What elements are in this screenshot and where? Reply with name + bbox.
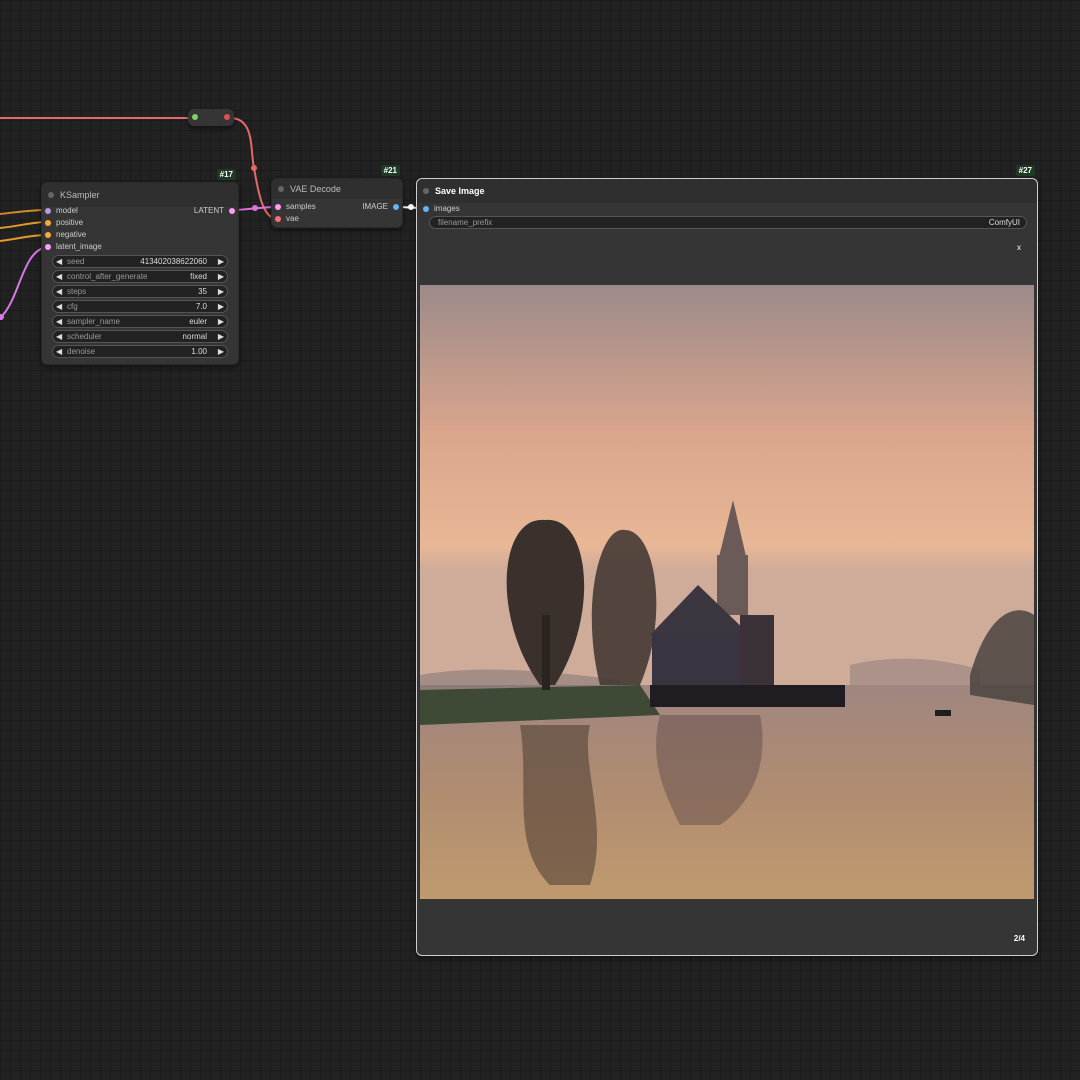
input-slot-samples[interactable]: samples (275, 201, 316, 213)
slot-label: positive (56, 218, 84, 227)
slot-label: latent_image (56, 242, 102, 251)
increment-arrow-icon[interactable]: ▶ (218, 316, 224, 327)
reroute-output-dot[interactable] (224, 114, 230, 120)
wire-positive (0, 221, 48, 229)
widget-value: 7.0 (195, 302, 207, 311)
save-image-node[interactable]: #27 Save Image images filename_prefix Co… (416, 165, 1038, 956)
slot-label: model (56, 206, 78, 215)
node-id-badge: #17 (216, 169, 236, 180)
node-title-bar[interactable]: KSampler (42, 183, 238, 207)
ksampler-node[interactable]: #17 KSampler model positive negative lat… (41, 169, 239, 365)
latent-socket-icon[interactable] (45, 243, 51, 250)
widget-label: control_after_generate (67, 272, 148, 281)
widget-value: 1.00 (191, 347, 207, 356)
widget-denoise[interactable]: ◀ denoise 1.00 ▶ (52, 345, 228, 358)
decrement-arrow-icon[interactable]: ◀ (56, 331, 62, 342)
node-title-bar[interactable]: Save Image (417, 179, 1037, 203)
image-socket-icon[interactable] (393, 203, 399, 210)
conditioning-socket-icon[interactable] (45, 231, 51, 238)
output-slot-latent[interactable]: LATENT (194, 205, 235, 217)
node-id-badge: #21 (380, 165, 400, 176)
collapse-dot-icon[interactable] (48, 192, 54, 198)
decrement-arrow-icon[interactable]: ◀ (56, 256, 62, 267)
input-slot-positive[interactable]: positive (45, 217, 83, 229)
widget-label: steps (67, 287, 87, 296)
vae-decode-node[interactable]: #21 VAE Decode samples vae IMAGE (271, 165, 403, 228)
wire-latent-image-midpoint (0, 314, 4, 320)
node-title-bar[interactable]: VAE Decode (272, 179, 402, 199)
widget-sampler-name[interactable]: ◀ sampler_name euler ▶ (52, 315, 228, 328)
slot-label: vae (286, 214, 299, 223)
widget-value: fixed (190, 272, 207, 281)
decrement-arrow-icon[interactable]: ◀ (56, 286, 62, 297)
wire-latent-image (0, 246, 48, 319)
node-id-badge: #27 (1015, 165, 1035, 176)
widget-label: denoise (67, 347, 96, 356)
wire-latent-midpoint (252, 205, 258, 211)
collapse-dot-icon[interactable] (278, 186, 284, 192)
output-slot-image[interactable]: IMAGE (362, 201, 399, 213)
input-slot-vae[interactable]: vae (275, 213, 299, 225)
slot-label: negative (56, 230, 87, 239)
input-slot-latent-image[interactable]: latent_image (45, 241, 102, 253)
widget-filename-prefix[interactable]: filename_prefix ComfyUI (429, 216, 1027, 229)
image-socket-icon[interactable] (423, 205, 429, 212)
decrement-arrow-icon[interactable]: ◀ (56, 316, 62, 327)
input-slot-images[interactable]: images (423, 203, 460, 215)
model-socket-icon[interactable] (45, 207, 51, 214)
widget-seed[interactable]: ◀ seed 413402038622060 ▶ (52, 255, 228, 268)
increment-arrow-icon[interactable]: ▶ (218, 331, 224, 342)
conditioning-socket-icon[interactable] (45, 219, 51, 226)
widget-steps[interactable]: ◀ steps 35 ▶ (52, 285, 228, 298)
collapse-dot-icon[interactable] (423, 188, 429, 194)
image-counter: 2/4 (1013, 934, 1025, 943)
latent-socket-icon[interactable] (275, 203, 281, 210)
decrement-arrow-icon[interactable]: ◀ (56, 301, 62, 312)
widget-scheduler[interactable]: ◀ scheduler normal ▶ (52, 330, 228, 343)
vae-socket-icon[interactable] (275, 215, 281, 222)
slot-label: LATENT (193, 206, 224, 215)
increment-arrow-icon[interactable]: ▶ (218, 346, 224, 357)
increment-arrow-icon[interactable]: ▶ (218, 301, 224, 312)
generated-landscape-image (420, 285, 1034, 899)
node-title: Save Image (435, 186, 485, 196)
reroute-node[interactable] (188, 109, 234, 126)
decrement-arrow-icon[interactable]: ◀ (56, 271, 62, 282)
widget-value: 413402038622060 (140, 257, 207, 266)
wire-image-midpoint (408, 204, 414, 210)
slot-label: samples (286, 202, 316, 211)
widget-value: normal (182, 332, 207, 341)
widget-label: cfg (67, 302, 78, 311)
widget-control-after-generate[interactable]: ◀ control_after_generate fixed ▶ (52, 270, 228, 283)
input-slot-negative[interactable]: negative (45, 229, 86, 241)
image-preview[interactable] (420, 285, 1034, 899)
increment-arrow-icon[interactable]: ▶ (218, 256, 224, 267)
close-preview-icon[interactable]: x (1017, 243, 1021, 252)
widget-cfg[interactable]: ◀ cfg 7.0 ▶ (52, 300, 228, 313)
widget-label: filename_prefix (438, 218, 493, 227)
widget-label: scheduler (67, 332, 102, 341)
latent-socket-icon[interactable] (229, 207, 235, 214)
widget-value: 35 (198, 287, 207, 296)
widget-label: seed (67, 257, 85, 266)
slot-label: images (434, 204, 460, 213)
increment-arrow-icon[interactable]: ▶ (218, 286, 224, 297)
widget-label: sampler_name (67, 317, 120, 326)
wire-vae-midpoint (251, 165, 257, 171)
slot-label: IMAGE (362, 202, 388, 211)
wire-negative (0, 234, 48, 242)
wire-model (0, 209, 48, 215)
input-slot-model[interactable]: model (45, 205, 78, 217)
node-title: KSampler (60, 190, 100, 200)
increment-arrow-icon[interactable]: ▶ (218, 271, 224, 282)
widget-value: ComfyUI (988, 218, 1020, 227)
reroute-input-dot[interactable] (192, 114, 198, 120)
decrement-arrow-icon[interactable]: ◀ (56, 346, 62, 357)
widget-value: euler (189, 317, 207, 326)
node-title: VAE Decode (290, 184, 341, 194)
